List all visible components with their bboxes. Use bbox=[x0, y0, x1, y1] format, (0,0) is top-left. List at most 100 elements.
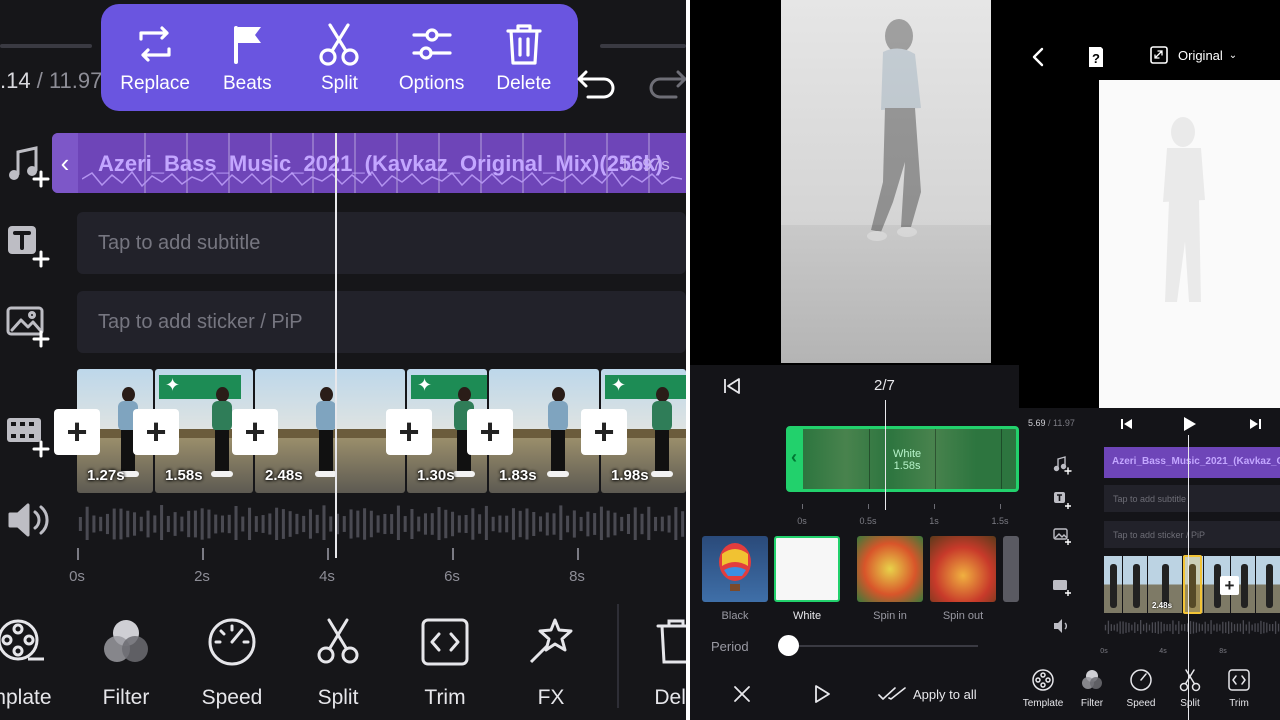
volume-icon[interactable] bbox=[4, 496, 52, 544]
add-sticker-icon[interactable] bbox=[1052, 526, 1072, 546]
mini-split-tool[interactable]: Split bbox=[1165, 668, 1215, 709]
fx-tool[interactable]: FX bbox=[499, 616, 603, 710]
timeline-ruler: 0s 2s 4s 6s 8s bbox=[69, 542, 686, 592]
redo-icon[interactable] bbox=[646, 62, 686, 102]
ruler-label: 1s bbox=[929, 516, 939, 526]
add-music-icon[interactable] bbox=[1052, 455, 1072, 475]
add-text-icon[interactable] bbox=[1052, 490, 1072, 510]
close-icon[interactable] bbox=[732, 684, 752, 704]
subtitle-lane[interactable]: Tap to add subtitle bbox=[77, 212, 686, 274]
period-slider-track[interactable] bbox=[790, 645, 978, 647]
template-tool[interactable]: mplate bbox=[0, 616, 72, 710]
add-transition-button[interactable]: + bbox=[54, 409, 100, 455]
mini-sticker-placeholder: Tap to add sticker / PiP bbox=[1113, 529, 1206, 540]
transition-option-spin-in[interactable] bbox=[857, 536, 923, 602]
add-transition-button[interactable]: + bbox=[232, 409, 278, 455]
playhead[interactable] bbox=[335, 133, 337, 558]
add-transition-button[interactable]: + bbox=[1220, 576, 1239, 595]
subtitle-placeholder: Tap to add subtitle bbox=[98, 231, 261, 254]
mini-template-tool[interactable]: Template bbox=[1018, 668, 1068, 709]
split-tool[interactable]: Split bbox=[286, 616, 390, 710]
add-transition-button[interactable]: + bbox=[386, 409, 432, 455]
chevron-left-icon[interactable]: ‹ bbox=[52, 133, 78, 193]
mini-subtitle-lane[interactable]: Tap to add subtitle bbox=[1104, 485, 1280, 512]
video-preview bbox=[1099, 80, 1280, 408]
mini-filter-tool[interactable]: Filter bbox=[1067, 668, 1117, 709]
mini-ruler: 0s 4s 8s bbox=[1100, 640, 1280, 660]
filter-tool[interactable]: Filter bbox=[74, 616, 178, 710]
ruler-label: 0s bbox=[1100, 648, 1108, 655]
person-silhouette bbox=[867, 19, 921, 241]
transition-option-spin-out[interactable] bbox=[930, 536, 996, 602]
delete-tool[interactable]: Dele bbox=[624, 616, 686, 710]
film-reel-icon bbox=[0, 619, 44, 661]
ruler-label: 8s bbox=[569, 568, 585, 585]
skip-forward-icon[interactable] bbox=[1247, 416, 1263, 432]
mini-clip-duration: 2.48s bbox=[1152, 601, 1173, 610]
transition-option-more[interactable] bbox=[1003, 536, 1019, 602]
period-slider-knob[interactable] bbox=[778, 635, 799, 656]
add-transition-button[interactable]: + bbox=[467, 409, 513, 455]
add-music-icon[interactable] bbox=[4, 142, 52, 190]
transition-clip-strip[interactable]: ‹ White 1.58s bbox=[786, 426, 1019, 492]
beats-button[interactable]: Beats bbox=[205, 21, 289, 95]
play-icon[interactable] bbox=[1181, 416, 1197, 432]
transition-flag-icon[interactable] bbox=[605, 375, 686, 399]
split-button[interactable]: Split bbox=[297, 21, 381, 95]
help-icon[interactable]: ? bbox=[1082, 44, 1108, 70]
trash-icon bbox=[506, 23, 542, 65]
selected-transition[interactable] bbox=[1183, 555, 1202, 614]
ruler-label: 0s bbox=[797, 516, 807, 526]
transition-ruler: 0s 0.5s 1s 1.5s bbox=[797, 500, 1010, 530]
music-track[interactable]: ‹ Azeri_Bass_Music_2021_(Kavkaz_Original… bbox=[52, 133, 686, 193]
undo-icon[interactable] bbox=[574, 62, 618, 102]
video-clip[interactable] bbox=[1256, 556, 1280, 613]
options-button[interactable]: Options bbox=[390, 21, 474, 95]
app-root: .14 / 11.97 Replace Beats Split Options … bbox=[0, 0, 1280, 720]
speed-tool[interactable]: Speed bbox=[180, 616, 284, 710]
option-label: Black bbox=[721, 610, 749, 622]
trim-icon bbox=[421, 618, 469, 666]
mini-sticker-lane[interactable]: Tap to add sticker / PiP bbox=[1104, 521, 1280, 548]
time-total: / 11.97 bbox=[36, 68, 103, 93]
mini-audio-waveform[interactable] bbox=[1104, 618, 1280, 634]
add-transition-button[interactable]: + bbox=[133, 409, 179, 455]
mini-trim-tool[interactable]: Trim bbox=[1214, 668, 1264, 709]
add-clip-icon[interactable] bbox=[1052, 577, 1072, 597]
clip-duration: 1.27s bbox=[87, 467, 125, 484]
add-sticker-icon[interactable] bbox=[4, 302, 52, 350]
trim-tool[interactable]: Trim bbox=[393, 616, 497, 710]
volume-icon[interactable] bbox=[1052, 616, 1072, 636]
mini-music-track[interactable]: Azeri_Bass_Music_2021_(Kavkaz_Original_M… bbox=[1104, 447, 1280, 478]
fx-label: FX bbox=[537, 686, 565, 709]
chevron-left-icon[interactable]: ‹ bbox=[791, 447, 797, 468]
delete-tool-label: Dele bbox=[654, 686, 686, 709]
ruler-label: 1.5s bbox=[991, 516, 1009, 526]
transition-flag-icon[interactable] bbox=[411, 375, 487, 399]
filter-icon bbox=[1082, 670, 1102, 689]
transition-option-black[interactable] bbox=[702, 536, 768, 602]
scissors-icon bbox=[1179, 669, 1201, 692]
add-transition-button[interactable]: + bbox=[581, 409, 627, 455]
mini-trim-label: Trim bbox=[1229, 698, 1249, 709]
play-icon[interactable] bbox=[812, 684, 832, 704]
transition-option-white[interactable] bbox=[774, 536, 840, 602]
mini-speed-tool[interactable]: Speed bbox=[1116, 668, 1166, 709]
delete-button[interactable]: Delete bbox=[482, 21, 566, 95]
video-clip[interactable] bbox=[1123, 556, 1147, 613]
replace-button[interactable]: Replace bbox=[113, 21, 197, 95]
back-icon[interactable] bbox=[1026, 44, 1052, 70]
skip-back-icon[interactable] bbox=[1119, 416, 1135, 432]
video-clip[interactable] bbox=[1104, 556, 1122, 613]
apply-to-all-button[interactable]: Apply to all bbox=[878, 686, 977, 702]
mini-time-readout: 5.69 / 11.97 bbox=[1028, 418, 1075, 428]
add-text-icon[interactable] bbox=[4, 222, 52, 270]
aspect-ratio-button[interactable]: Original ⌄ bbox=[1150, 46, 1237, 64]
add-clip-icon[interactable] bbox=[4, 412, 52, 460]
skip-to-start-icon[interactable] bbox=[722, 376, 742, 396]
audio-waveform[interactable] bbox=[77, 500, 686, 540]
speedometer-icon bbox=[208, 618, 256, 666]
sticker-lane[interactable]: Tap to add sticker / PiP bbox=[77, 291, 686, 353]
music-duration: 11.97s bbox=[620, 155, 670, 174]
option-label: Spin out bbox=[942, 610, 984, 622]
